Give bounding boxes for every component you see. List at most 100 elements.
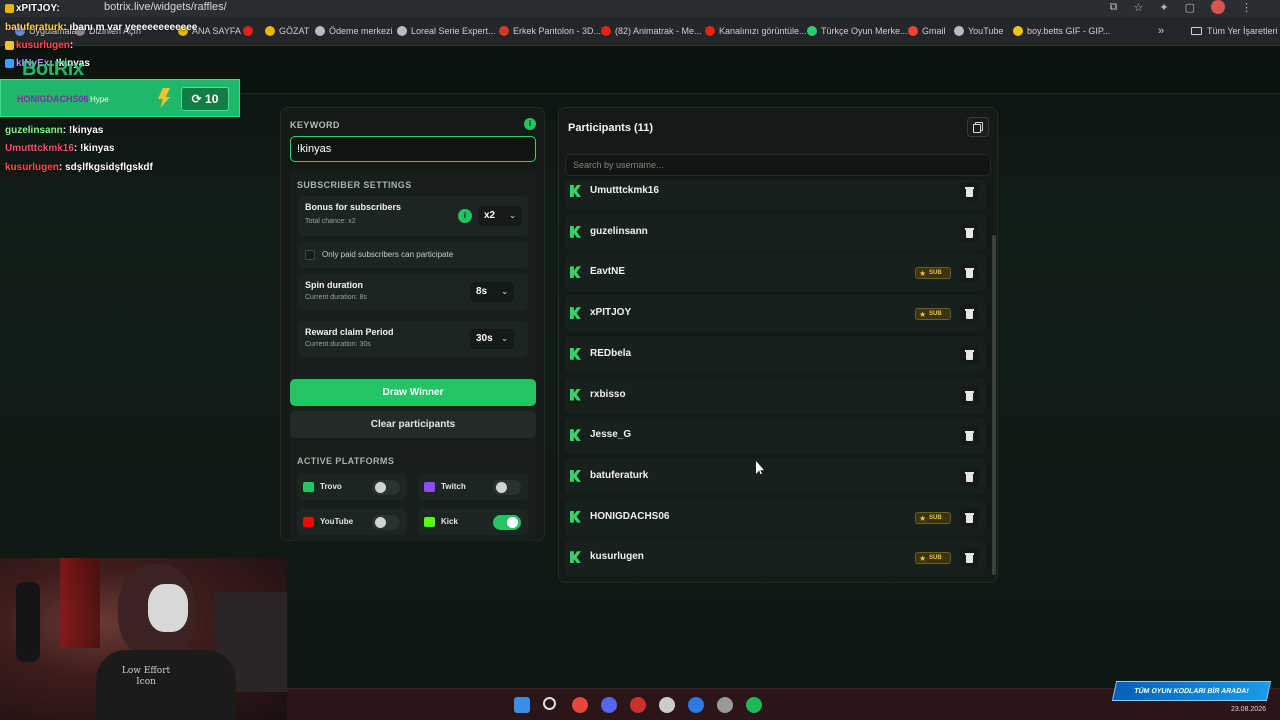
chrome-icon[interactable] (572, 697, 588, 713)
participant-row: batuferaturk (565, 457, 985, 495)
refresh-icon: ⟳ (191, 92, 202, 106)
bookmark-item[interactable]: boy.betts GIF - GIP... (1013, 26, 1110, 36)
remove-participant-button[interactable] (960, 263, 979, 283)
platform-toggle[interactable] (493, 480, 521, 495)
star-icon[interactable]: ☆ (1134, 1, 1144, 14)
bookmark-item[interactable]: Gmail (908, 26, 946, 36)
bookmark-item[interactable]: Ödeme merkezi (315, 26, 393, 36)
all-bookmarks[interactable]: Tüm Yer İşaretleri (1191, 26, 1278, 36)
star-icon: ★ (919, 269, 927, 279)
address-bar[interactable]: botrix.live/widgets/raffles/ (104, 0, 227, 14)
bonus-subtitle: Total chance: x2 (305, 218, 356, 225)
bookmark-icon (243, 26, 253, 36)
platform-name: YouTube (320, 517, 354, 526)
clear-participants-button[interactable]: Clear participants (290, 411, 536, 438)
paid-only-label: Only paid subscribers can participate (322, 250, 454, 259)
remove-participant-button[interactable] (960, 548, 979, 568)
bookmark-item[interactable]: Erkek Pantolon - 3D... (499, 26, 601, 36)
opera-icon[interactable] (630, 697, 646, 713)
platform-toggle[interactable] (372, 480, 400, 495)
participant-row: HONIGDACHS06 ★ SUB (565, 498, 985, 536)
remove-participant-button[interactable] (960, 222, 979, 242)
info-icon[interactable]: i (524, 118, 536, 130)
bookmark-item[interactable]: YouTube (954, 26, 1003, 36)
draw-winner-button[interactable]: Draw Winner (290, 379, 536, 406)
copy-list-button[interactable] (967, 117, 989, 137)
spin-duration-select[interactable]: 8s ⌄ (470, 282, 514, 302)
menu-icon[interactable]: ⋮ (1241, 1, 1252, 14)
bookmark-label: Loreal Serie Expert... (411, 26, 496, 36)
chat-username: batuferaturk (5, 22, 64, 33)
bonus-multiplier-select[interactable]: x2 ⌄ (478, 206, 522, 226)
spin-subtitle: Current duration: 8s (305, 294, 367, 301)
discord-icon[interactable] (601, 697, 617, 713)
platform-toggle[interactable] (372, 515, 400, 530)
reward-period-select[interactable]: 30s ⌄ (470, 329, 514, 349)
participant-name: HONIGDACHS06 (590, 510, 670, 522)
star-icon: ★ (919, 310, 927, 320)
translate-icon[interactable]: ⧉ (1110, 1, 1118, 14)
participant-list[interactable]: Umutttckmk16 guzelinsann EavtNE ★ SUB xPITJOY… (565, 180, 987, 580)
chat-badge-icon (5, 40, 14, 50)
reward-subtitle: Current duration: 30s (305, 341, 371, 348)
hype-bar: HONIGDACHS06 Hype ⟳ 10 (0, 79, 240, 117)
windows-start-icon[interactable] (514, 697, 530, 713)
bookmark-icon (397, 26, 407, 36)
sub-badge-label: SUB (929, 270, 942, 277)
steam-icon[interactable] (659, 697, 675, 713)
bonus-info-icon[interactable]: i (458, 209, 472, 223)
participant-name: guzelinsann (590, 225, 648, 237)
bookmarks-overflow-icon[interactable]: » (1158, 25, 1164, 37)
subscriber-settings-label: SUBSCRIBER SETTINGS (297, 180, 412, 190)
participants-scrollbar[interactable] (992, 235, 996, 575)
sub-badge-label: SUB (929, 555, 942, 562)
bookmark-item[interactable] (243, 26, 253, 36)
paid-only-setting[interactable]: Only paid subscribers can participate (298, 242, 528, 268)
battlenet-icon[interactable] (688, 697, 704, 713)
bookmark-item[interactable]: Kanalınızı görüntüle... (705, 26, 807, 36)
trovo-icon (303, 482, 314, 492)
obs-icon[interactable] (717, 697, 733, 713)
bookmark-label: YouTube (968, 26, 1004, 36)
bonus-title: Bonus for subscribers (305, 202, 402, 212)
bookmark-label: GÖZAT (279, 26, 310, 36)
remove-participant-button[interactable] (960, 304, 979, 324)
remove-participant-button[interactable] (960, 385, 979, 405)
remove-participant-button[interactable] (960, 507, 979, 527)
bookmark-item[interactable]: Türkçe Oyun Merke... (807, 26, 908, 36)
chat-username: kusurlugen (5, 162, 59, 173)
search-icon[interactable] (543, 697, 556, 710)
chat-message: kusurlugen: sdşlfkgsidşflgskdf (5, 162, 153, 173)
remove-participant-button[interactable] (960, 182, 979, 201)
bookmark-item[interactable]: Loreal Serie Expert... (397, 26, 496, 36)
hype-counter: ⟳ 10 (181, 87, 229, 111)
bookmark-icon (908, 26, 918, 36)
spotify-icon[interactable] (746, 697, 762, 713)
profile-avatar[interactable] (1211, 0, 1225, 14)
bookmark-icon (807, 26, 817, 36)
remove-participant-button[interactable] (960, 426, 979, 446)
sub-badge: ★ SUB (915, 308, 951, 321)
participant-name: batuferaturk (590, 469, 649, 481)
bookmark-item[interactable]: GÖZAT (265, 26, 309, 36)
remove-participant-button[interactable] (960, 466, 979, 486)
folder-icon (1191, 27, 1202, 35)
extensions-icon[interactable]: ✦ (1159, 1, 1168, 14)
sub-badge: ★ SUB (915, 511, 951, 524)
keyword-input[interactable] (290, 136, 536, 162)
cup (148, 584, 188, 632)
sub-badge-label: SUB (929, 311, 942, 318)
sidebar-icon[interactable]: ▢ (1185, 1, 1195, 14)
chat-message: kusurlugen: (5, 40, 73, 51)
paid-only-checkbox[interactable] (305, 250, 315, 260)
shirt-text: Low Effort Icon (121, 666, 171, 687)
kick-icon (570, 429, 581, 442)
toggle-knob (496, 482, 507, 493)
participant-search-input[interactable] (565, 154, 991, 176)
remove-participant-button[interactable] (960, 344, 979, 364)
platform-toggle[interactable] (493, 515, 521, 530)
chat-text: : (69, 40, 74, 51)
star-icon: ★ (919, 554, 927, 564)
hype-label: Hype (90, 95, 109, 104)
bookmark-item[interactable]: (82) Animatrak - Me... (601, 26, 702, 36)
